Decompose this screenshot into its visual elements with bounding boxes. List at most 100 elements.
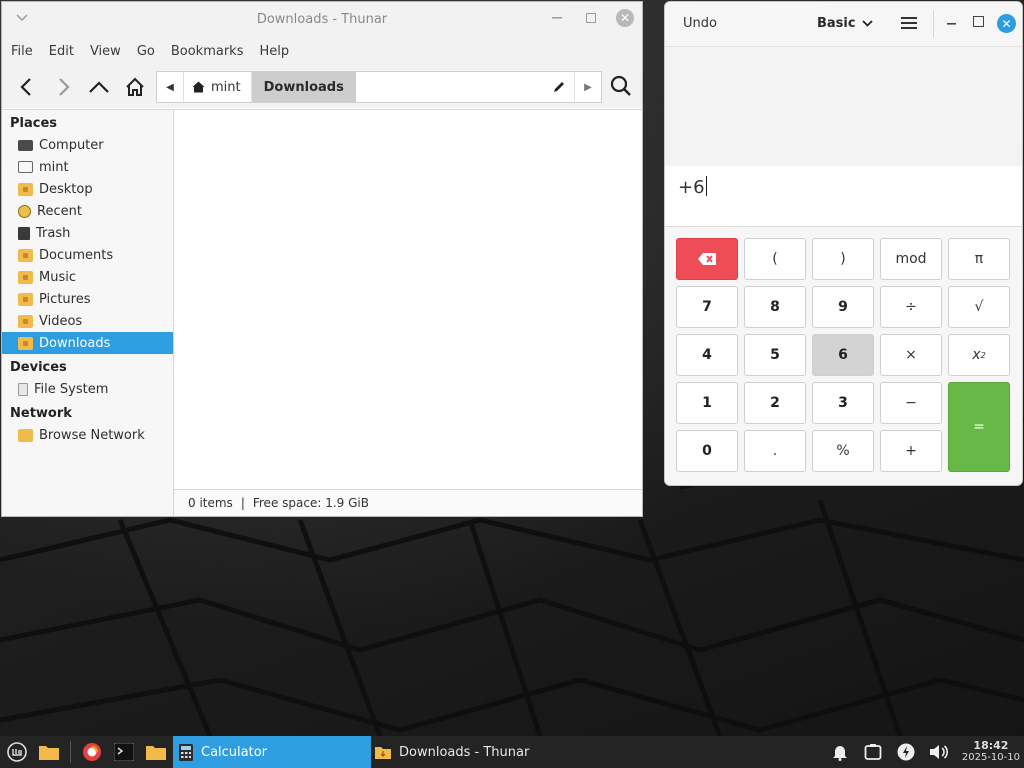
eight-button[interactable]: 8 — [744, 286, 806, 328]
mod-button[interactable]: mod — [880, 238, 942, 280]
files-launcher-icon[interactable] — [38, 741, 60, 763]
clock[interactable]: 18:42 2025-10-10 — [962, 740, 1020, 764]
expression-display[interactable]: +6 — [665, 166, 1022, 227]
sidebar-item-computer[interactable]: Computer — [2, 134, 173, 156]
menu-help[interactable]: Help — [259, 44, 289, 59]
maximize-icon[interactable] — [973, 16, 984, 27]
sidebar-item-recent[interactable]: Recent — [2, 200, 173, 222]
minimize-icon[interactable] — [947, 15, 956, 30]
notification-bell-icon[interactable] — [830, 742, 850, 762]
sidebar-item-label: Browse Network — [39, 427, 145, 443]
documents-folder-icon — [18, 248, 33, 262]
mode-selector[interactable]: Basic — [817, 16, 873, 31]
location-pathbar: ◀ mint Downloads ▶ — [156, 71, 602, 103]
minimize-icon[interactable] — [548, 9, 566, 27]
square-exponent: 2 — [980, 350, 986, 360]
pathbar-left-arrow-icon[interactable]: ◀ — [157, 72, 184, 102]
status-separator: | — [240, 496, 245, 510]
sidebar-header-devices: Devices — [10, 360, 67, 375]
task-calculator[interactable]: Calculator — [173, 736, 371, 768]
firefox-launcher-icon[interactable] — [81, 741, 103, 763]
subtract-button[interactable]: − — [880, 382, 942, 424]
backspace-button[interactable] — [676, 238, 738, 280]
undo-button[interactable]: Undo — [683, 16, 717, 31]
folder-icon — [18, 182, 33, 196]
forward-arrow-icon[interactable] — [48, 72, 78, 102]
chevron-down-icon — [861, 20, 873, 27]
hamburger-menu-icon[interactable] — [901, 16, 917, 34]
search-icon[interactable] — [610, 75, 632, 101]
sidebar-item-music[interactable]: Music — [2, 266, 173, 288]
sidebar-item-trash[interactable]: Trash — [2, 222, 173, 244]
menu-go[interactable]: Go — [137, 44, 155, 59]
sidebar-item-mint[interactable]: mint — [2, 156, 173, 178]
close-icon[interactable]: ✕ — [616, 9, 634, 27]
clipboard-icon[interactable] — [863, 742, 883, 762]
power-management-icon[interactable] — [896, 742, 916, 762]
sidebar-item-label: Music — [39, 269, 76, 285]
terminal-launcher-icon[interactable] — [113, 741, 135, 763]
menu-bookmarks[interactable]: Bookmarks — [171, 44, 244, 59]
decimal-point-button[interactable]: . — [744, 430, 806, 472]
nine-button[interactable]: 9 — [812, 286, 874, 328]
backspace-icon — [698, 253, 716, 265]
multiply-button[interactable]: × — [880, 334, 942, 376]
mint-menu-icon[interactable] — [6, 741, 28, 763]
pi-button[interactable]: π — [948, 238, 1010, 280]
mode-label: Basic — [817, 16, 856, 31]
close-icon[interactable]: ✕ — [997, 14, 1016, 33]
edit-location-pencil-icon[interactable] — [544, 72, 575, 102]
toolbar: ◀ mint Downloads ▶ — [2, 66, 642, 108]
sidebar-item-downloads[interactable]: Downloads — [2, 332, 173, 354]
four-button[interactable]: 4 — [676, 334, 738, 376]
six-button[interactable]: 6 — [812, 334, 874, 376]
sidebar-item-label: Pictures — [39, 291, 91, 307]
window-menu-chevron-icon[interactable] — [16, 11, 28, 25]
clock-date: 2025-10-10 — [961, 752, 1020, 763]
text-cursor — [705, 176, 707, 196]
percent-button[interactable]: % — [812, 430, 874, 472]
three-button[interactable]: 3 — [812, 382, 874, 424]
divide-button[interactable]: ÷ — [880, 286, 942, 328]
up-arrow-icon[interactable] — [84, 72, 114, 102]
sidebar-item-documents[interactable]: Documents — [2, 244, 173, 266]
pathbar-crumb-home[interactable]: mint — [184, 72, 252, 102]
one-button[interactable]: 1 — [676, 382, 738, 424]
sidebar-item-browse-network[interactable]: Browse Network — [2, 424, 173, 446]
five-button[interactable]: 5 — [744, 334, 806, 376]
square-root-button[interactable]: √ — [948, 286, 1010, 328]
square-button[interactable]: x2 — [948, 334, 1010, 376]
sidebar-item-pictures[interactable]: Pictures — [2, 288, 173, 310]
equals-button[interactable]: = — [948, 382, 1010, 472]
maximize-icon[interactable] — [582, 9, 600, 27]
pathbar-right-arrow-icon[interactable]: ▶ — [575, 72, 601, 102]
two-button[interactable]: 2 — [744, 382, 806, 424]
file-view-empty[interactable] — [174, 110, 642, 490]
downloads-folder-icon — [375, 747, 391, 759]
seven-button[interactable]: 7 — [676, 286, 738, 328]
network-icon — [18, 428, 33, 442]
menu-file[interactable]: File — [11, 44, 33, 59]
pathbar-crumb-current[interactable]: Downloads — [251, 72, 356, 102]
calculator-window: Undo Basic ✕ +6 ( ) mod π 7 8 9 ÷ √ 4 5 … — [664, 1, 1023, 486]
add-button[interactable]: + — [880, 430, 942, 472]
home-icon[interactable] — [120, 72, 150, 102]
window-title: Downloads - Thunar — [256, 11, 388, 27]
task-thunar[interactable]: Downloads - Thunar — [371, 736, 571, 768]
sidebar-item-videos[interactable]: Videos — [2, 310, 173, 332]
folder-launcher-icon[interactable] — [145, 741, 167, 763]
sidebar-item-file-system[interactable]: File System — [2, 378, 173, 400]
file-manager-window: Downloads - Thunar ✕ File Edit View Go B… — [1, 1, 643, 517]
task-label: Calculator — [201, 744, 268, 760]
menu-view[interactable]: View — [90, 44, 121, 59]
file-manager-titlebar[interactable]: Downloads - Thunar ✕ — [2, 2, 642, 36]
volume-icon[interactable] — [929, 742, 949, 762]
zero-button[interactable]: 0 — [676, 430, 738, 472]
sidebar-item-desktop[interactable]: Desktop — [2, 178, 173, 200]
open-paren-button[interactable]: ( — [744, 238, 806, 280]
trash-icon — [18, 226, 30, 240]
calculator-headerbar[interactable]: Undo Basic ✕ — [665, 2, 1022, 46]
close-paren-button[interactable]: ) — [812, 238, 874, 280]
menu-edit[interactable]: Edit — [49, 44, 74, 59]
back-arrow-icon[interactable] — [12, 72, 42, 102]
